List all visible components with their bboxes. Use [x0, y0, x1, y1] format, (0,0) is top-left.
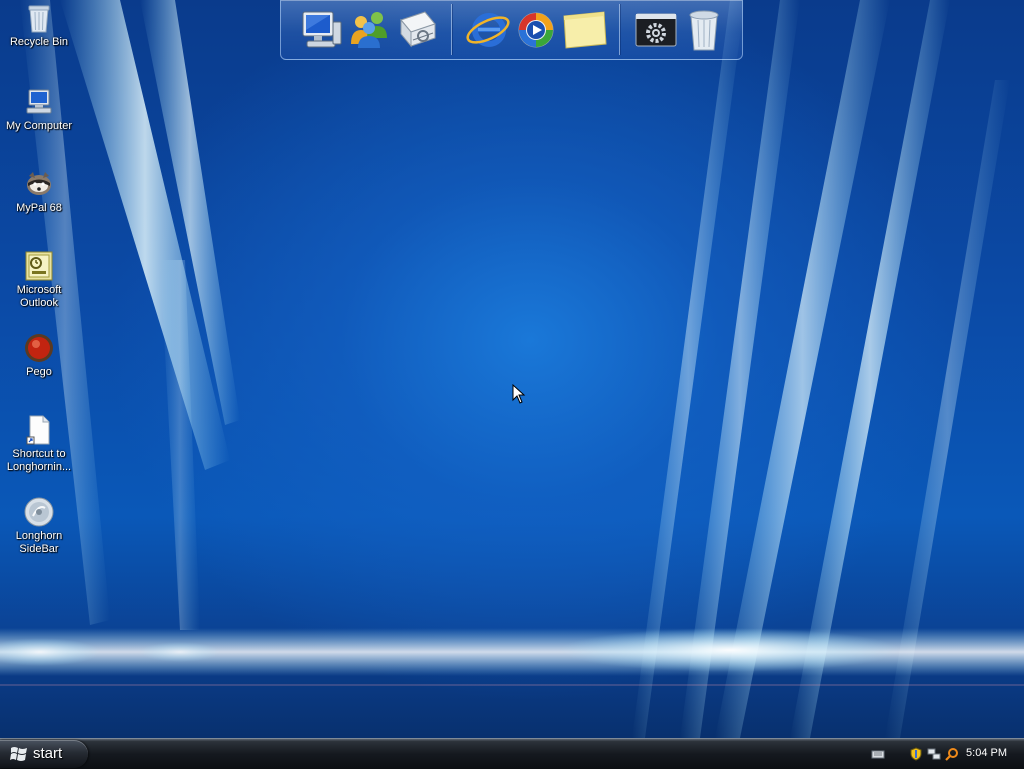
desktop-icon-longhorn-sidebar[interactable]: Longhorn SideBar — [2, 496, 76, 556]
sidebar-icon — [24, 497, 54, 527]
users-icon — [351, 12, 387, 48]
desktop-icon-label: Longhorn SideBar — [15, 530, 63, 555]
dock-item-media-player[interactable] — [512, 6, 560, 52]
pego-icon — [25, 334, 53, 362]
my-computer-icon — [26, 89, 52, 114]
start-button[interactable]: start — [0, 740, 88, 768]
document-shortcut-icon — [26, 415, 50, 445]
desktop-icon-outlook[interactable]: Microsoft Outlook — [2, 250, 76, 310]
settings-gear-icon — [635, 13, 677, 47]
desktop-icon-label: Microsoft Outlook — [16, 284, 62, 309]
desktop-icon-shortcut-longhorn[interactable]: Shortcut to Longhornin... — [2, 414, 76, 474]
desktop-icon-label: Recycle Bin — [9, 36, 69, 48]
desktop: Recycle Bin My Computer MyPal 68 Microso… — [0, 0, 1024, 738]
dock-item-settings[interactable] — [632, 6, 680, 52]
dock-separator — [451, 4, 452, 55]
dock-item-network-folder[interactable] — [393, 6, 441, 52]
dock-item-internet-explorer[interactable] — [464, 6, 512, 52]
outlook-icon — [25, 251, 53, 281]
desktop-icon-pego[interactable]: Pego — [2, 332, 76, 379]
recycle-bin-icon — [28, 5, 50, 33]
computer-icon — [302, 11, 342, 48]
desktop-icon-label: My Computer — [5, 120, 73, 132]
dock-separator — [619, 4, 620, 55]
system-tray: 5:04 PM — [864, 739, 1024, 768]
network-icon[interactable] — [927, 747, 941, 761]
desktop-icon-recycle-bin[interactable]: Recycle Bin — [2, 2, 76, 49]
taskbar: start 5:04 PM — [0, 738, 1024, 769]
media-player-icon — [518, 12, 554, 48]
mypal-icon — [27, 172, 51, 195]
search-icon[interactable] — [945, 747, 959, 761]
wallpaper-light-streaks — [0, 0, 1024, 738]
dock-item-trash[interactable] — [680, 6, 728, 52]
clock[interactable]: 5:04 PM — [966, 747, 1007, 760]
desktop-icon-label: Pego — [26, 366, 52, 378]
network-folder-icon — [400, 11, 436, 48]
internet-explorer-icon — [466, 13, 510, 47]
desktop-icon-mypal[interactable]: MyPal 68 — [2, 168, 76, 215]
desktop-icon-label: Shortcut to Longhornin... — [6, 448, 72, 473]
top-dock — [280, 0, 743, 60]
desktop-icon-my-computer[interactable]: My Computer — [2, 86, 76, 133]
dock-item-users[interactable] — [345, 6, 393, 52]
start-label: start — [33, 745, 63, 762]
dock-item-computer[interactable] — [297, 6, 345, 52]
desktop-icon-label: MyPal 68 — [16, 202, 62, 214]
mouse-cursor-icon — [512, 384, 526, 404]
keyboard-icon[interactable] — [871, 747, 885, 761]
notes-icon — [563, 11, 607, 49]
dock-item-notes[interactable] — [560, 6, 608, 52]
trash-bin-icon — [689, 10, 719, 51]
security-shield-icon[interactable] — [909, 747, 923, 761]
windows-logo-icon — [10, 747, 27, 761]
